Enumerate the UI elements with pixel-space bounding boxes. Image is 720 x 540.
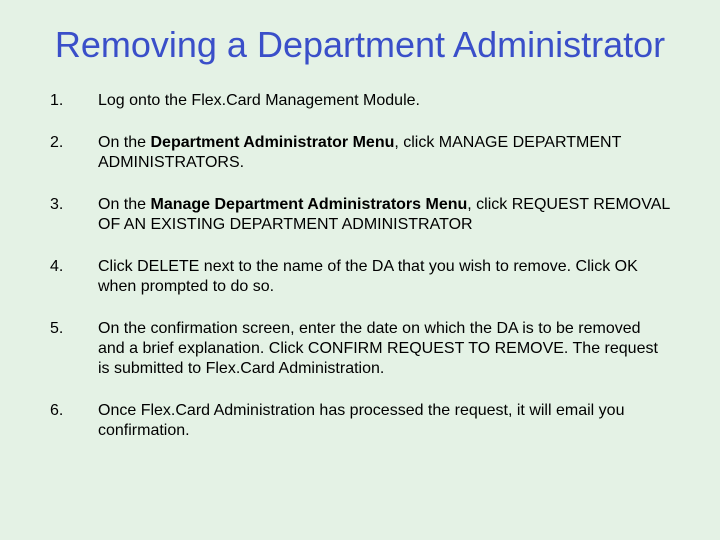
steps-list: 1.Log onto the Flex.Card Management Modu… — [50, 91, 670, 441]
list-item: 5.On the confirmation screen, enter the … — [50, 319, 670, 379]
slide: Removing a Department Administrator 1.Lo… — [0, 0, 720, 540]
text: On the — [98, 196, 150, 213]
step-number: 3. — [50, 195, 98, 215]
step-number: 4. — [50, 257, 98, 277]
text: Click DELETE next to the name of the DA … — [98, 258, 638, 295]
text: On the — [98, 134, 150, 151]
step-number: 2. — [50, 133, 98, 153]
step-number: 6. — [50, 401, 98, 421]
list-item: 3.On the Manage Department Administrator… — [50, 195, 670, 235]
list-item: 2.On the Department Administrator Menu, … — [50, 133, 670, 173]
bold-text: Manage Department Administrators Menu — [150, 196, 467, 213]
list-item: 6.Once Flex.Card Administration has proc… — [50, 401, 670, 441]
list-item: 4.Click DELETE next to the name of the D… — [50, 257, 670, 297]
page-title: Removing a Department Administrator — [50, 24, 670, 65]
step-number: 1. — [50, 91, 98, 111]
text: On the confirmation screen, enter the da… — [98, 320, 658, 377]
step-number: 5. — [50, 319, 98, 339]
step-text: On the Manage Department Administrators … — [98, 195, 670, 235]
step-text: Log onto the Flex.Card Management Module… — [98, 91, 670, 111]
text: Log onto the Flex.Card Management Module… — [98, 92, 420, 109]
step-text: On the Department Administrator Menu, cl… — [98, 133, 670, 173]
step-text: Once Flex.Card Administration has proces… — [98, 401, 670, 441]
text: Once Flex.Card Administration has proces… — [98, 402, 624, 439]
step-text: Click DELETE next to the name of the DA … — [98, 257, 670, 297]
bold-text: Department Administrator Menu — [150, 134, 394, 151]
step-text: On the confirmation screen, enter the da… — [98, 319, 670, 379]
list-item: 1.Log onto the Flex.Card Management Modu… — [50, 91, 670, 111]
